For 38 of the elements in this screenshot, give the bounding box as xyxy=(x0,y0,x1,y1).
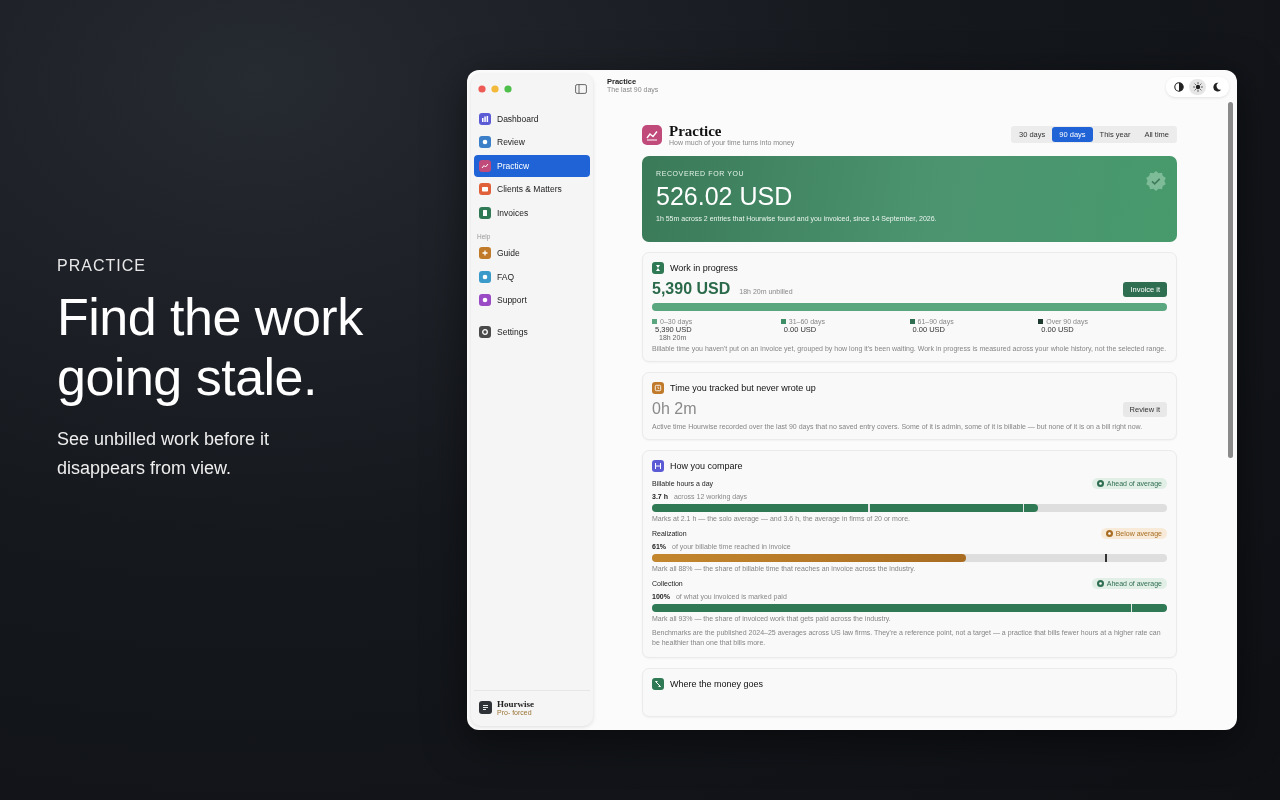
sidebar-item[interactable]: FAQ xyxy=(474,266,590,288)
sidebar-item[interactable]: Review xyxy=(474,131,590,153)
sidebar-item[interactable]: Clients & Matters xyxy=(474,178,590,200)
sidebar-item[interactable]: Invoices xyxy=(474,202,590,224)
app-logo-icon xyxy=(479,701,492,714)
sidebar-item[interactable]: Support xyxy=(474,289,590,311)
card-title: How you compare xyxy=(670,461,743,471)
status-icon xyxy=(1096,580,1104,587)
window-controls-icon[interactable] xyxy=(478,85,512,93)
check-badge-icon xyxy=(1145,170,1167,192)
sidebar-item[interactable]: Settings xyxy=(474,321,590,343)
card-title: Work in progress xyxy=(670,263,738,273)
app-name: Hourwise xyxy=(497,699,534,709)
card-title: Time you tracked but never wrote up xyxy=(670,383,816,393)
sidebar-toggle-icon[interactable] xyxy=(575,84,587,94)
line-chart-icon xyxy=(642,124,662,145)
clock-icon xyxy=(652,382,664,394)
moon-icon xyxy=(1211,82,1222,92)
sidebar-item[interactable]: Dashboard xyxy=(474,108,590,130)
sidebar-item[interactable]: Practicw xyxy=(474,155,590,177)
contrast-icon xyxy=(1173,82,1184,92)
compare-icon xyxy=(652,460,664,472)
hourglass-icon xyxy=(652,262,664,274)
sidebar-item[interactable]: Guide xyxy=(474,242,590,264)
headline: Find the work going stale. xyxy=(57,287,364,407)
untracked-amount: 0h 2m xyxy=(652,400,697,418)
recovered-amount: 526.02 USD xyxy=(656,182,794,211)
hero-subtitle: See unbilled work before it disappears from view. xyxy=(57,428,271,480)
sun-icon xyxy=(1192,82,1203,92)
status-icon xyxy=(1096,480,1104,487)
scrollbar[interactable] xyxy=(1228,102,1233,458)
arrows-icon xyxy=(652,678,664,690)
light-mode-button[interactable] xyxy=(1189,79,1206,95)
status-icon xyxy=(1105,530,1113,537)
unbilled-amount: 5,390 USD xyxy=(652,280,731,298)
eyebrow-label: PRACTICE xyxy=(57,257,147,275)
page-title: Practice xyxy=(669,123,723,139)
card-title: Where the money goes xyxy=(670,679,764,689)
